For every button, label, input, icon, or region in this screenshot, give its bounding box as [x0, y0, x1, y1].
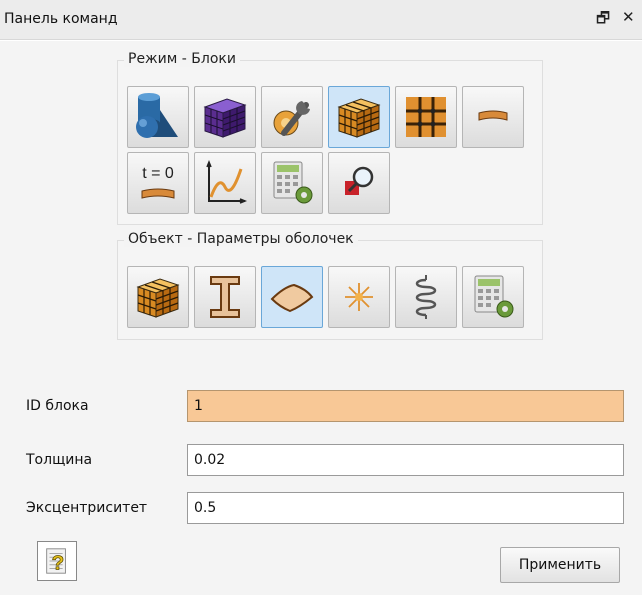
object-block-button[interactable] [127, 266, 189, 328]
zoom-inspect-icon [345, 166, 374, 195]
float-window-button[interactable]: 🗗 [596, 8, 610, 33]
object-point-button[interactable] [328, 266, 390, 328]
mode-shell-button[interactable] [462, 86, 524, 148]
object-shell-button[interactable] [261, 266, 323, 328]
mode-mesh-button[interactable] [194, 86, 256, 148]
help-glyph: ? [52, 551, 65, 574]
close-window-button[interactable]: ✕ [622, 8, 635, 26]
mode-initial-condition-button[interactable]: t = 0 [127, 152, 189, 214]
thickness-label: Толщина [26, 452, 93, 468]
calculator-settings-icon [273, 161, 313, 204]
mode-calc-settings-button[interactable] [261, 152, 323, 214]
eccentricity-field[interactable] [187, 492, 624, 524]
block-id-field[interactable] [187, 390, 624, 422]
calculator-settings-icon [474, 275, 514, 318]
initial-condition-text: t = 0 [142, 165, 174, 182]
object-beam-button[interactable] [194, 266, 256, 328]
help-button[interactable]: ? [37, 541, 77, 581]
mode-curve-button[interactable] [194, 152, 256, 214]
mode-tools-button[interactable] [261, 86, 323, 148]
object-calc-settings-button[interactable] [462, 266, 524, 328]
eccentricity-label: Эксцентриситет [26, 500, 148, 516]
object-spring-button[interactable] [395, 266, 457, 328]
mesh-cube-icon [203, 98, 247, 138]
block-cube-icon [337, 98, 381, 138]
initial-condition-icon: t = 0 [141, 165, 175, 199]
window-title: Панель команд [4, 11, 118, 27]
shell-surface-icon [270, 283, 314, 313]
point-star-icon [345, 283, 373, 311]
spring-icon [415, 275, 437, 319]
block-id-label: ID блока [26, 398, 89, 414]
mode-group-legend: Режим - Блоки [124, 51, 240, 67]
apply-button[interactable]: Применить [500, 547, 620, 583]
shell-plate-icon [478, 110, 508, 121]
help-document-icon: ? [46, 548, 66, 575]
tools-wrench-icon [273, 101, 310, 136]
mode-block-button[interactable] [328, 86, 390, 148]
mode-inspect-button[interactable] [328, 152, 390, 214]
mode-grid-button[interactable] [395, 86, 457, 148]
mode-geometry-button[interactable] [127, 86, 189, 148]
thickness-field[interactable] [187, 444, 624, 476]
object-group-legend: Объект - Параметры оболочек [124, 231, 358, 247]
i-beam-icon [210, 276, 240, 318]
title-bar: Панель команд 🗗 ✕ [0, 0, 642, 40]
block-cube-icon [136, 278, 180, 318]
grid-icon [406, 97, 446, 137]
curve-chart-icon [206, 159, 248, 204]
geometry-icon [136, 93, 178, 138]
